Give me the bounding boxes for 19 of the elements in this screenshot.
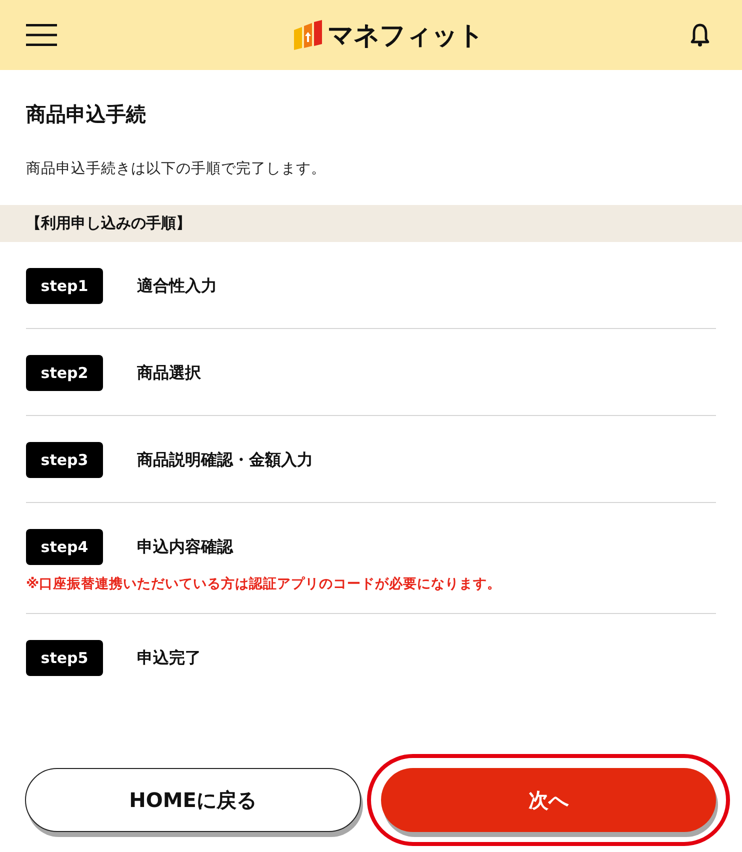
step-badge: step2 [26, 355, 103, 391]
menu-icon[interactable] [26, 24, 57, 46]
step-label: 申込完了 [137, 648, 201, 668]
step-label: 適合性入力 [137, 276, 217, 296]
logo-text: マネフィット [328, 20, 484, 52]
logo-icon [294, 20, 322, 50]
step-label: 商品説明確認・金額入力 [137, 450, 313, 470]
step-badge: step3 [26, 442, 103, 478]
step-label: 申込内容確認 [137, 536, 233, 558]
warning-note: ※口座振替連携いただいている方は認証アプリのコードが必要になります。 [26, 575, 502, 593]
section-heading: 【利用申し込みの手順】 [0, 205, 742, 242]
step-badge: step4 [26, 529, 103, 565]
page-title: 商品申込手続 [26, 101, 147, 128]
description-text: 商品申込手続きは以下の手順で完了します。 [26, 160, 327, 179]
step-label: 商品選択 [137, 362, 201, 384]
step-badge: step1 [26, 268, 103, 304]
step-badge: step5 [26, 640, 103, 676]
next-button[interactable]: 次へ [380, 768, 716, 832]
bell-icon[interactable] [690, 23, 710, 47]
